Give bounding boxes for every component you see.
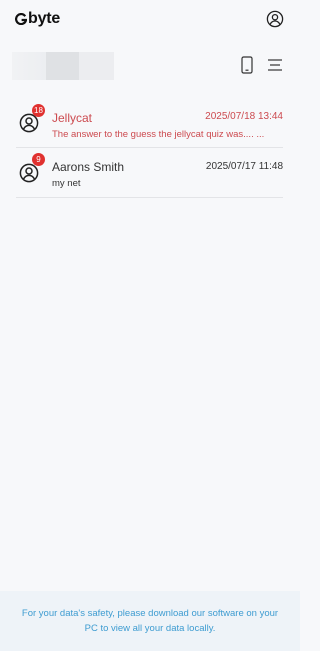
logo-mark-icon: [15, 13, 27, 25]
device-selector[interactable]: [12, 52, 114, 80]
phone-icon[interactable]: [240, 56, 254, 74]
conversation-list: 18 Jellycat 2025/07/18 13:44 The answer …: [16, 98, 283, 198]
message-time: 2025/07/18 13:44: [205, 111, 283, 122]
message-time: 2025/07/17 11:48: [205, 161, 283, 172]
message-preview: The answer to the guess the jellycat qui…: [52, 129, 265, 140]
app-logo[interactable]: byte: [15, 10, 60, 28]
contact-name: Aarons Smith: [52, 160, 125, 174]
unread-badge: 9: [32, 153, 45, 166]
message-preview: my net: [52, 178, 81, 189]
download-notice-banner: For your data's safety, please download …: [0, 591, 300, 651]
redacted-block: [46, 52, 79, 80]
conversation-item[interactable]: 18 Jellycat 2025/07/18 13:44 The answer …: [16, 98, 283, 148]
download-notice-text[interactable]: For your data's safety, please download …: [15, 606, 285, 636]
toolbar: [0, 48, 300, 84]
avatar-icon: [19, 163, 39, 183]
menu-lines-icon[interactable]: [267, 58, 283, 72]
redacted-block: [79, 52, 114, 80]
app-header: byte: [0, 0, 300, 38]
redacted-block: [12, 52, 46, 80]
user-circle-icon[interactable]: [266, 10, 284, 28]
contact-name: Jellycat: [52, 111, 93, 125]
unread-badge: 18: [32, 104, 45, 117]
logo-text: byte: [28, 10, 61, 27]
conversation-item[interactable]: 9 Aarons Smith 2025/07/17 11:48 my net: [16, 148, 283, 198]
